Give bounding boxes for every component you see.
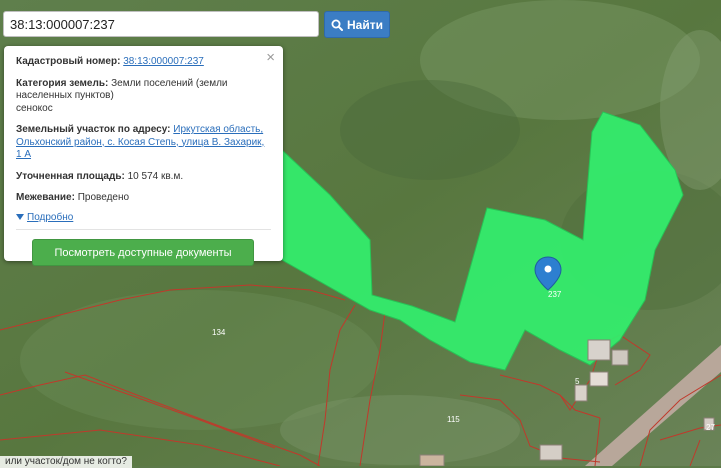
details-link[interactable]: Подробно (27, 212, 73, 223)
search-button-label: Найти (347, 17, 383, 32)
view-documents-button[interactable]: Посмотреть доступные документы (32, 238, 254, 266)
cadastral-number-link[interactable]: 38:13:000007:237 (123, 56, 204, 67)
survey-row: Межевание: Проведено (16, 192, 271, 205)
area-value: 10 574 кв.м. (127, 170, 184, 182)
terrain-patch (280, 395, 520, 465)
area-row: Уточненная площадь: 10 574 кв.м. (16, 171, 271, 184)
cadastral-label: Кадастровый номер: (16, 56, 121, 67)
land-use-value: сенокос (16, 102, 53, 114)
category-row: Категория земель: Земли поселений (земли… (16, 78, 271, 116)
survey-value: Проведено (77, 192, 130, 203)
parcel-label-27: 27 (706, 423, 715, 432)
triangle-down-icon (16, 214, 24, 220)
parcel-label-237: 237 (548, 290, 562, 299)
details-toggle[interactable]: Подробно (16, 212, 271, 223)
terrain-patch (340, 80, 520, 180)
search-input[interactable] (3, 11, 319, 37)
parcel-label-134: 134 (212, 328, 226, 337)
search-icon (331, 19, 343, 31)
parcel-label-115: 115 (447, 415, 460, 424)
popup-divider (16, 228, 271, 230)
close-icon[interactable]: × (266, 50, 275, 65)
category-label: Категория земель: (16, 77, 109, 89)
parcel-info-popup: × Кадастровый номер: 38:13:000007:237 Ка… (4, 46, 283, 266)
address-label: Земельный участок по адресу: (16, 124, 171, 135)
survey-label: Межевание: (16, 192, 75, 203)
bottom-question-text[interactable]: или участок/дом не когто? (0, 456, 132, 468)
cadastral-row: Кадастровый номер: 38:13:000007:237 (16, 56, 271, 69)
search-button[interactable]: Найти (324, 11, 390, 38)
address-row: Земельный участок по адресу: Иркутская о… (16, 124, 271, 162)
parcel-label-5: 5 (575, 377, 580, 386)
area-label: Уточненная площадь: (16, 170, 125, 182)
